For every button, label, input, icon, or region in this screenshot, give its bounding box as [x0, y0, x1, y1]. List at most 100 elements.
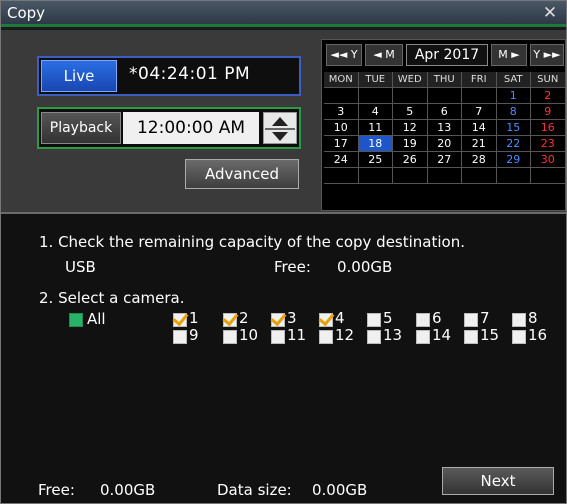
camera-checkbox-3[interactable] — [271, 313, 285, 327]
spin-divider — [265, 128, 295, 130]
camera-checkbox-15[interactable] — [464, 330, 478, 344]
live-box: Live *04:24:01 PM — [37, 56, 301, 96]
calendar-empty-cell — [324, 168, 359, 184]
prev-year-button[interactable]: ◄◄ Y — [326, 44, 362, 66]
all-label: All — [87, 310, 106, 328]
next-month-button[interactable]: M ► — [491, 44, 527, 66]
live-time: *04:24:01 PM — [129, 64, 251, 84]
calendar-day[interactable]: 8 — [496, 104, 531, 120]
spin-down-icon[interactable] — [272, 132, 288, 141]
camera-label-13: 13 — [383, 326, 403, 344]
camera-checkbox-10[interactable] — [223, 330, 237, 344]
camera-checkbox-7[interactable] — [464, 313, 478, 327]
step2-text: 2. Select a camera. — [39, 289, 185, 307]
copy-dialog: Copy ✕ Live *04:24:01 PM Playback 12:00:… — [0, 0, 567, 504]
calendar-empty-cell — [462, 168, 497, 184]
camera-checkbox-8[interactable] — [512, 313, 526, 327]
calendar-empty-cell — [462, 88, 497, 104]
calendar-day[interactable]: 30 — [531, 152, 566, 168]
footer-free-value: 0.00GB — [100, 481, 156, 499]
calendar-day[interactable]: 29 — [496, 152, 531, 168]
all-checkbox[interactable] — [69, 313, 83, 327]
camera-checkbox-6[interactable] — [416, 313, 430, 327]
calendar-day[interactable]: 1 — [496, 88, 531, 104]
calendar-empty-cell — [427, 88, 462, 104]
calendar-day[interactable]: 7 — [462, 104, 497, 120]
calendar-day[interactable]: 2 — [531, 88, 566, 104]
calendar-day[interactable]: 4 — [358, 104, 393, 120]
weekday-wed: WED — [393, 72, 428, 88]
calendar-day[interactable]: 21 — [462, 136, 497, 152]
calendar-day[interactable]: 28 — [462, 152, 497, 168]
close-icon[interactable]: ✕ — [540, 2, 560, 24]
calendar: ◄◄ Y ◄ M Apr 2017 M ► Y ►► MON TUE WED THU F… — [321, 39, 566, 211]
camera-label-7: 7 — [480, 309, 490, 327]
calendar-day[interactable]: 15 — [496, 120, 531, 136]
calendar-empty-cell — [393, 88, 428, 104]
camera-label-8: 8 — [528, 309, 538, 327]
live-button[interactable]: Live — [41, 60, 117, 92]
calendar-day[interactable]: 17 — [324, 136, 359, 152]
camera-label-9: 9 — [189, 326, 199, 344]
camera-checkbox-2[interactable] — [223, 313, 237, 327]
advanced-button[interactable]: Advanced — [185, 159, 299, 189]
camera-label-4: 4 — [335, 309, 345, 327]
calendar-day[interactable]: 19 — [393, 136, 428, 152]
prev-month-button[interactable]: ◄ M — [365, 44, 403, 66]
weekday-mon: MON — [324, 72, 359, 88]
camera-checkbox-12[interactable] — [319, 330, 333, 344]
calendar-day[interactable]: 25 — [358, 152, 393, 168]
calendar-day[interactable]: 6 — [427, 104, 462, 120]
camera-checkbox-5[interactable] — [367, 313, 381, 327]
next-button[interactable]: Next — [442, 467, 554, 495]
calendar-day[interactable]: 20 — [427, 136, 462, 152]
calendar-day[interactable]: 11 — [358, 120, 393, 136]
calendar-day[interactable]: 16 — [531, 120, 566, 136]
camera-label-16: 16 — [528, 326, 548, 344]
camera-checkbox-16[interactable] — [512, 330, 526, 344]
calendar-day[interactable]: 18 — [358, 136, 393, 152]
next-year-button[interactable]: Y ►► — [530, 44, 564, 66]
calendar-day[interactable]: 12 — [393, 120, 428, 136]
calendar-header: ◄◄ Y ◄ M Apr 2017 M ► Y ►► — [322, 40, 567, 70]
camera-checkbox-4[interactable] — [319, 313, 333, 327]
data-size-value: 0.00GB — [312, 481, 368, 499]
calendar-day[interactable]: 10 — [324, 120, 359, 136]
title-bar: Copy ✕ — [1, 1, 566, 27]
free-label: Free: — [274, 258, 311, 276]
weekday-sun: SUN — [531, 72, 566, 88]
calendar-empty-cell — [358, 88, 393, 104]
camera-label-14: 14 — [432, 326, 452, 344]
calendar-day[interactable]: 14 — [462, 120, 497, 136]
calendar-day[interactable]: 24 — [324, 152, 359, 168]
calendar-day[interactable]: 13 — [427, 120, 462, 136]
spin-up-icon[interactable] — [272, 117, 288, 126]
camera-checkbox-11[interactable] — [271, 330, 285, 344]
calendar-empty-cell — [393, 168, 428, 184]
calendar-day[interactable]: 3 — [324, 104, 359, 120]
calendar-empty-cell — [358, 168, 393, 184]
playback-button[interactable]: Playback — [41, 112, 121, 144]
weekday-sat: SAT — [496, 72, 531, 88]
calendar-day[interactable]: 27 — [427, 152, 462, 168]
camera-label-3: 3 — [287, 309, 297, 327]
calendar-day[interactable]: 9 — [531, 104, 566, 120]
calendar-day[interactable]: 23 — [531, 136, 566, 152]
calendar-empty-cell — [427, 168, 462, 184]
camera-checkbox-9[interactable] — [173, 330, 187, 344]
time-spinner[interactable] — [263, 112, 297, 144]
playback-box: Playback 12:00:00 AM — [37, 107, 301, 149]
camera-label-11: 11 — [287, 326, 307, 344]
camera-checkbox-13[interactable] — [367, 330, 381, 344]
calendar-day[interactable]: 5 — [393, 104, 428, 120]
calendar-empty-cell — [531, 168, 566, 184]
calendar-day[interactable]: 26 — [393, 152, 428, 168]
camera-checkbox-1[interactable] — [173, 313, 187, 327]
camera-label-6: 6 — [432, 309, 442, 327]
calendar-day[interactable]: 22 — [496, 136, 531, 152]
camera-label-1: 1 — [189, 309, 199, 327]
playback-time-field[interactable]: 12:00:00 AM — [123, 112, 259, 144]
weekday-fri: FRI — [462, 72, 497, 88]
camera-checkbox-14[interactable] — [416, 330, 430, 344]
month-label: Apr 2017 — [406, 44, 488, 66]
